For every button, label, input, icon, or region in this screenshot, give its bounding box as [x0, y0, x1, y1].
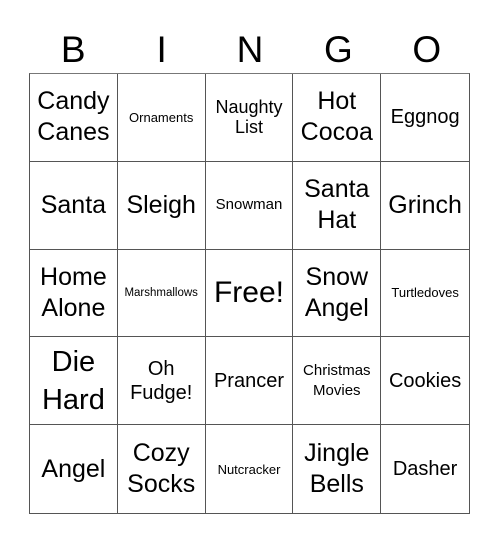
bingo-cell[interactable]: Angel — [30, 425, 118, 513]
bingo-cell[interactable]: Nutcracker — [206, 425, 294, 513]
bingo-cell[interactable]: Die Hard — [30, 337, 118, 426]
bingo-cell[interactable]: Eggnog — [381, 74, 469, 162]
bingo-cell[interactable]: Oh Fudge! — [117, 337, 206, 426]
bingo-cell[interactable]: Naughty List — [205, 74, 294, 162]
bingo-cell[interactable]: Ornaments — [117, 74, 206, 162]
bingo-cell[interactable]: Marshmallows — [117, 249, 206, 338]
bingo-cell[interactable]: Jingle Bells — [293, 425, 382, 513]
bingo-cell[interactable]: Grinch — [381, 162, 469, 250]
header-letter-i: I — [156, 29, 167, 70]
bingo-cell[interactable]: Home Alone — [30, 249, 118, 338]
bingo-cell[interactable]: Candy Canes — [30, 74, 118, 162]
bingo-cell[interactable]: Cookies — [381, 337, 469, 426]
bingo-grid: Candy Canes Ornaments Naughty List Hot C… — [29, 73, 470, 514]
header-letter-b: B — [60, 29, 86, 70]
header-letter-g: G — [323, 29, 353, 70]
bingo-cell[interactable]: Snowman — [205, 161, 294, 250]
header-letter-o: O — [412, 29, 442, 70]
header-letter-n: N — [236, 29, 264, 70]
bingo-cell[interactable]: Turtledoves — [381, 250, 469, 338]
bingo-cell[interactable]: Santa Hat — [293, 161, 382, 250]
bingo-cell[interactable]: Christmas Movies — [293, 337, 382, 426]
bingo-cell[interactable]: Sleigh — [117, 161, 206, 250]
bingo-cell[interactable]: Dasher — [381, 425, 469, 513]
bingo-cell[interactable]: Santa — [30, 161, 118, 250]
bingo-cell[interactable]: Snow Angel — [293, 249, 382, 338]
bingo-cell[interactable]: Prancer — [205, 337, 294, 426]
bingo-cell[interactable]: Hot Cocoa — [293, 74, 382, 162]
bingo-header: B I N G O — [29, 28, 471, 72]
bingo-cell[interactable]: Cozy Socks — [118, 425, 206, 513]
free-space[interactable]: Free! — [205, 249, 294, 338]
